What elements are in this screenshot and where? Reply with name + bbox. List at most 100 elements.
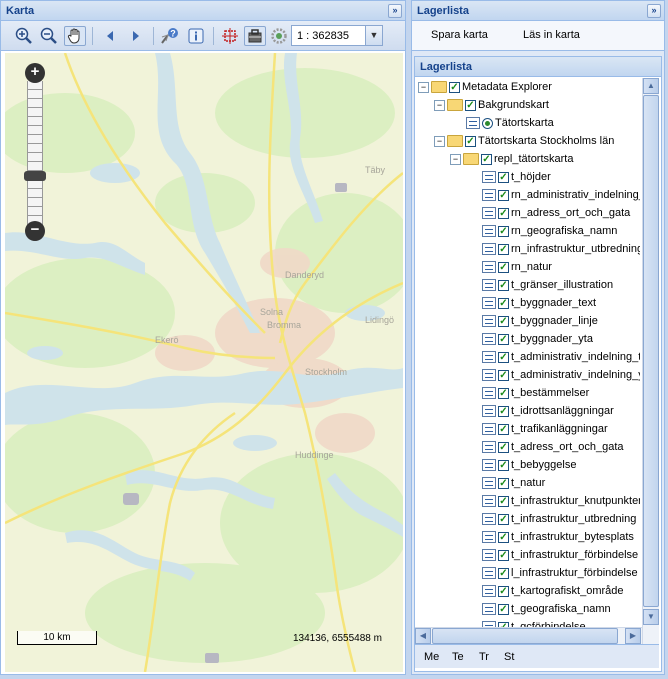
layer-row[interactable]: ✓ t_infrastruktur_knutpunkter — [482, 492, 640, 510]
tab-st[interactable]: St — [504, 651, 514, 663]
checkbox-checked-icon[interactable]: ✓ — [465, 135, 476, 147]
checkbox-checked-icon[interactable]: ✓ — [449, 81, 460, 93]
zoom-plus-button[interactable]: + — [25, 63, 45, 83]
checkbox-checked-icon[interactable]: ✓ — [498, 513, 509, 525]
layer-row[interactable]: ✓ rn_geografiska_namn — [482, 222, 617, 240]
checkbox-checked-icon[interactable]: ✓ — [498, 315, 509, 327]
collapse-icon[interactable]: − — [434, 135, 445, 147]
checkbox-checked-icon[interactable]: ✓ — [498, 567, 509, 579]
tree-node-root[interactable]: − ✓ Metadata Explorer — [418, 78, 552, 96]
checkbox-checked-icon[interactable]: ✓ — [498, 369, 509, 381]
layer-row[interactable]: ✓ rn_infrastruktur_utbredning — [482, 240, 640, 258]
checkbox-checked-icon[interactable]: ✓ — [498, 351, 509, 363]
vertical-scrollbar[interactable]: ▲ ▼ — [642, 78, 659, 644]
forward-button[interactable] — [125, 26, 147, 46]
layer-row[interactable]: ✓ t_natur — [482, 474, 545, 492]
load-map-button[interactable]: Läs in karta — [523, 29, 580, 41]
scroll-right-icon[interactable]: ▶ — [625, 628, 641, 644]
save-map-button[interactable]: Spara karta — [431, 29, 488, 41]
zoom-slider[interactable]: + − — [24, 63, 46, 241]
checkbox-checked-icon[interactable]: ✓ — [498, 441, 509, 453]
layer-row[interactable]: ✓ t_byggnader_yta — [482, 330, 593, 348]
layer-row[interactable]: ✓ t_geografiska_namn — [482, 600, 611, 618]
zoom-minus-button[interactable]: − — [25, 221, 45, 241]
layer-row[interactable]: ✓ t_gcförbindelse — [482, 618, 586, 627]
tab-me[interactable]: Me — [424, 651, 439, 663]
identify-button[interactable]: ? — [159, 26, 181, 46]
tree-node-county[interactable]: − ✓ Tätortskarta Stockholms län — [434, 132, 614, 150]
checkbox-checked-icon[interactable]: ✓ — [498, 603, 509, 615]
checkbox-checked-icon[interactable]: ✓ — [498, 585, 509, 597]
tree-node-label: Tätortskarta Stockholms län — [478, 135, 615, 147]
back-button[interactable] — [99, 26, 121, 46]
checkbox-checked-icon[interactable]: ✓ — [498, 189, 509, 201]
layer-row[interactable]: ✓ rn_administrativ_indelning_t — [482, 186, 640, 204]
layer-row[interactable]: ✓ t_infrastruktur_utbredning — [482, 510, 636, 528]
layer-row[interactable]: ✓ rn_adress_ort_och_gata — [482, 204, 630, 222]
tree-node-repl[interactable]: − ✓ repl_tätortskarta — [450, 150, 573, 168]
layer-row[interactable]: ✓ t_kartografiskt_område — [482, 582, 624, 600]
checkbox-checked-icon[interactable]: ✓ — [498, 225, 509, 237]
scroll-left-icon[interactable]: ◀ — [415, 628, 431, 644]
info-button[interactable] — [185, 26, 207, 46]
collapse-map-panel-button[interactable]: » — [388, 4, 402, 18]
checkbox-checked-icon[interactable]: ✓ — [498, 261, 509, 273]
map-canvas[interactable]: Solna Bromma Stockholm Danderyd Ekerö Hu… — [5, 53, 403, 672]
layer-row[interactable]: ✓ t_trafikanläggningar — [482, 420, 608, 438]
checkbox-checked-icon[interactable]: ✓ — [498, 207, 509, 219]
tree-node-basemap-layer[interactable]: Tätortskarta — [466, 114, 554, 132]
zoom-slider-handle[interactable] — [24, 171, 46, 181]
collapse-icon[interactable]: − — [450, 153, 461, 165]
scroll-up-icon[interactable]: ▲ — [643, 78, 659, 94]
checkbox-checked-icon[interactable]: ✓ — [498, 297, 509, 309]
layer-row[interactable]: ✓ t_idrottsanläggningar — [482, 402, 614, 420]
tree-node-basemap[interactable]: − ✓ Bakgrundskart — [434, 96, 549, 114]
measure-button[interactable] — [268, 26, 290, 46]
checkbox-checked-icon[interactable]: ✓ — [498, 171, 509, 183]
collapse-layer-panel-button[interactable]: » — [647, 4, 661, 18]
radio-selected-icon[interactable] — [482, 117, 493, 129]
scroll-down-icon[interactable]: ▼ — [643, 609, 659, 625]
layer-row[interactable]: ✓ t_bebyggelse — [482, 456, 576, 474]
checkbox-checked-icon[interactable]: ✓ — [498, 387, 509, 399]
zoom-in-button[interactable] — [13, 26, 35, 46]
checkbox-checked-icon[interactable]: ✓ — [498, 405, 509, 417]
layer-row[interactable]: ✓ t_administrativ_indelning_te — [482, 348, 640, 366]
vertical-scroll-thumb[interactable] — [643, 95, 659, 607]
layer-row[interactable]: ✓ t_byggnader_text — [482, 294, 596, 312]
layer-row[interactable]: ✓ l_infrastruktur_förbindelse — [482, 564, 638, 582]
checkbox-checked-icon[interactable]: ✓ — [498, 459, 509, 471]
checkbox-checked-icon[interactable]: ✓ — [498, 531, 509, 543]
layer-row[interactable]: ✓ t_bestämmelser — [482, 384, 589, 402]
zoom-out-button[interactable] — [38, 26, 60, 46]
zoom-slider-track[interactable] — [27, 81, 43, 226]
checkbox-checked-icon[interactable]: ✓ — [498, 495, 509, 507]
tab-te[interactable]: Te — [452, 651, 464, 663]
chevron-down-icon[interactable]: ▼ — [365, 26, 382, 45]
layer-row[interactable]: ✓ t_infrastruktur_bytesplats — [482, 528, 634, 546]
layer-row[interactable]: ✓ t_administrativ_indelning_yt — [482, 366, 640, 384]
collapse-icon[interactable]: − — [418, 81, 429, 93]
checkbox-checked-icon[interactable]: ✓ — [498, 279, 509, 291]
tab-tr[interactable]: Tr — [479, 651, 489, 663]
checkbox-checked-icon[interactable]: ✓ — [498, 477, 509, 489]
checkbox-checked-icon[interactable]: ✓ — [465, 99, 476, 111]
pan-button[interactable] — [64, 26, 86, 46]
layer-row[interactable]: ✓ t_byggnader_linje — [482, 312, 598, 330]
checkbox-checked-icon[interactable]: ✓ — [481, 153, 492, 165]
toolbox-button[interactable] — [244, 26, 266, 46]
select-box-button[interactable] — [219, 26, 241, 46]
scale-select[interactable]: 1 : 362835 ▼ — [291, 25, 383, 46]
horizontal-scroll-thumb[interactable] — [432, 628, 618, 644]
layer-row[interactable]: ✓ t_gränser_illustration — [482, 276, 613, 294]
collapse-icon[interactable]: − — [434, 99, 445, 111]
layer-row[interactable]: ✓ t_höjder — [482, 168, 551, 186]
layer-row[interactable]: ✓ rn_natur — [482, 258, 552, 276]
checkbox-checked-icon[interactable]: ✓ — [498, 333, 509, 345]
checkbox-checked-icon[interactable]: ✓ — [498, 243, 509, 255]
layer-row[interactable]: ✓ t_infrastruktur_förbindelse — [482, 546, 638, 564]
checkbox-checked-icon[interactable]: ✓ — [498, 549, 509, 561]
horizontal-scrollbar[interactable]: ◀ ▶ — [415, 627, 642, 644]
layer-row[interactable]: ✓ t_adress_ort_och_gata — [482, 438, 624, 456]
checkbox-checked-icon[interactable]: ✓ — [498, 423, 509, 435]
